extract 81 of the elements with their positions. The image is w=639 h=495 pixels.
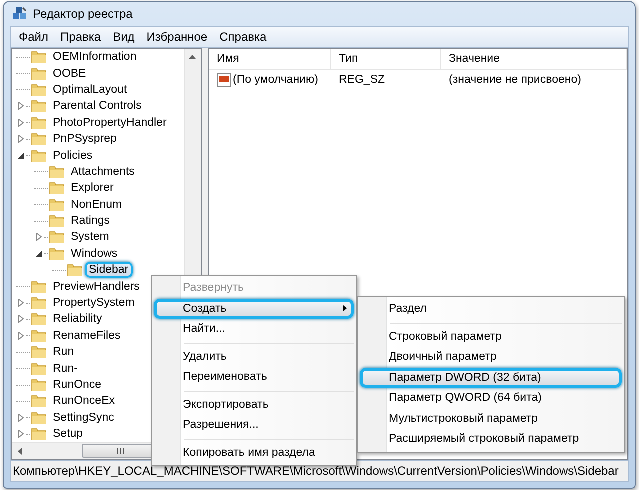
tree-item[interactable]: SettingSync xyxy=(49,410,118,426)
folder-icon xyxy=(49,181,65,196)
menu-item[interactable]: Переименовать xyxy=(154,367,354,388)
menu-item[interactable]: Параметр DWORD (32 бита) xyxy=(360,368,622,388)
folder-icon xyxy=(31,296,47,310)
column-header[interactable]: Тип xyxy=(331,49,441,69)
column-header[interactable]: Значение xyxy=(441,49,627,69)
window-title: Редактор реестра xyxy=(33,7,133,21)
tree-item[interactable]: PreviewHandlers xyxy=(49,278,144,295)
table-cell-text: (значение не присвоено) xyxy=(448,74,582,86)
folder-icon xyxy=(49,230,65,244)
folder-icon xyxy=(31,148,47,163)
menu-item[interactable]: Копировать имя раздела xyxy=(154,442,354,463)
tree-item[interactable]: RenameFiles xyxy=(49,328,125,344)
menu-bar-item[interactable]: Файл xyxy=(13,30,55,44)
tree-item[interactable]: Ratings xyxy=(67,213,114,230)
tree-item[interactable]: OptimalLayout xyxy=(49,82,132,98)
tree-item[interactable]: RunOnceEx xyxy=(49,393,120,410)
tree-item[interactable]: RunOnce xyxy=(49,377,106,393)
menu-item[interactable]: Удалить xyxy=(154,346,354,367)
tree-item[interactable]: Parental Controls xyxy=(49,98,146,114)
expander-icon[interactable] xyxy=(17,152,25,160)
menu-item[interactable]: Параметр QWORD (64 бита) xyxy=(360,388,622,408)
menu-bar-item[interactable]: Правка xyxy=(54,30,108,44)
menu-item[interactable]: Найти... xyxy=(154,319,354,340)
menu-item[interactable]: Экспортировать xyxy=(154,394,354,415)
tree-item[interactable]: PnPSysprep xyxy=(49,131,121,148)
folder-icon xyxy=(31,66,47,81)
table-cell-text: REG_SZ xyxy=(338,74,386,86)
column-header[interactable]: Имя xyxy=(209,49,331,69)
menu-item[interactable]: Разрешения... xyxy=(154,415,354,436)
folder-icon xyxy=(31,116,47,130)
tree-item[interactable]: Run xyxy=(49,344,78,360)
menu-item[interactable]: Расширяемый строковый параметр xyxy=(360,429,622,450)
tree-item[interactable]: NonEnum xyxy=(67,196,126,213)
folder-icon xyxy=(31,50,47,64)
folder-icon xyxy=(31,328,47,343)
folder-icon xyxy=(31,378,47,392)
folder-icon xyxy=(49,214,65,228)
tree-item[interactable]: Sidebar xyxy=(85,262,133,278)
tree-item[interactable]: PhotoPropertyHandler xyxy=(49,114,171,131)
folder-icon xyxy=(31,280,47,294)
folder-icon xyxy=(49,164,65,179)
folder-icon xyxy=(31,99,47,114)
menu-item[interactable]: Раздел xyxy=(360,299,622,320)
tree-item[interactable]: Attachments xyxy=(67,164,139,180)
folder-icon xyxy=(67,263,83,278)
folder-icon xyxy=(31,410,47,425)
folder-icon xyxy=(49,246,65,261)
menu-bar-item[interactable]: Вид xyxy=(107,30,141,44)
registry-cubes-icon xyxy=(12,6,28,22)
tree-item[interactable]: Windows xyxy=(67,246,122,262)
string-value-icon xyxy=(217,73,231,87)
folder-icon xyxy=(31,394,47,408)
folder-icon xyxy=(49,198,65,212)
folder-icon xyxy=(31,345,47,360)
menu-bar-item[interactable]: Справка xyxy=(214,30,273,44)
menu-item[interactable]: Строковый параметр xyxy=(360,326,622,347)
menu-bar-item[interactable]: Избранное xyxy=(140,30,214,44)
submenu-arrow-icon xyxy=(343,305,347,312)
tree-item[interactable]: OOBE xyxy=(49,66,90,82)
folder-icon xyxy=(31,132,47,146)
tree-item[interactable]: PropertySystem xyxy=(49,295,139,312)
tree-item[interactable]: Run- xyxy=(49,360,82,377)
folder-icon xyxy=(31,362,47,376)
tree-item[interactable]: Reliability xyxy=(49,311,106,328)
table-cell: (По умолчанию) xyxy=(233,74,318,86)
tree-item[interactable]: Setup xyxy=(49,426,88,442)
folder-icon xyxy=(31,82,47,97)
tree-item[interactable]: Policies xyxy=(49,148,97,164)
folder-icon xyxy=(31,427,47,442)
status-path: Компьютер\HKEY_LOCAL_MACHINE\SOFTWARE\Microsoft\Windows\CurrentVersion\Policies\Windows\Sidebar xyxy=(13,464,619,478)
menu-item[interactable]: Создать xyxy=(154,298,354,319)
folder-icon xyxy=(31,312,47,326)
menu-item[interactable]: Двоичный параметр xyxy=(360,347,622,368)
tree-item[interactable]: Explorer xyxy=(67,180,118,196)
tree-item[interactable]: OEMInformation xyxy=(49,49,141,66)
tree-item[interactable]: System xyxy=(67,229,114,246)
menu-item[interactable]: Мультистроковый параметр xyxy=(360,408,622,429)
expander-icon[interactable] xyxy=(35,250,43,258)
grip-icon xyxy=(116,448,124,454)
